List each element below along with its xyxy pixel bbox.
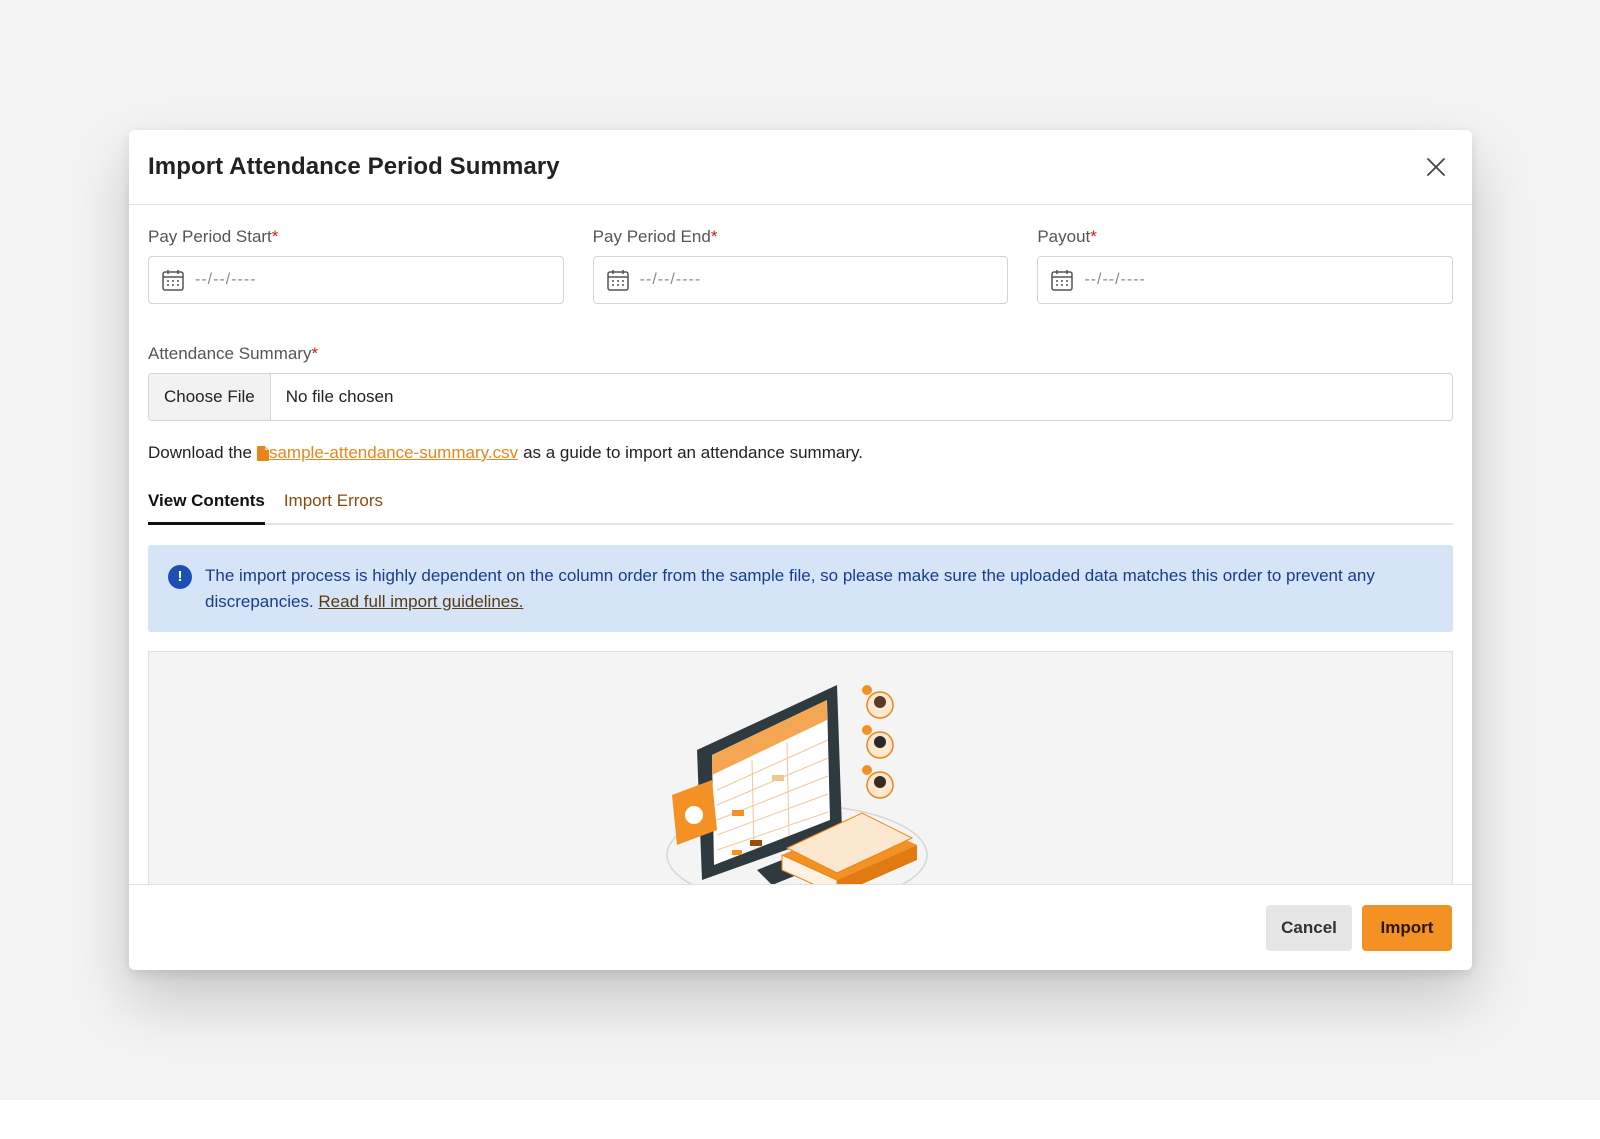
tab-import-errors[interactable]: Import Errors	[284, 485, 383, 523]
attendance-summary-label: Attendance Summary*	[148, 344, 319, 363]
close-button[interactable]	[1420, 151, 1452, 183]
modal-title: Import Attendance Period Summary	[148, 153, 560, 180]
payout-placeholder: --/--/----	[1084, 271, 1146, 288]
modal-body: Pay Period Start* --/--/---- Pay Period …	[129, 205, 1472, 895]
sample-file-guide: Download the sample-attendance-summary.c…	[148, 443, 1453, 463]
file-icon	[256, 445, 269, 461]
close-icon	[1427, 158, 1445, 176]
tab-view-contents[interactable]: View Contents	[148, 485, 265, 525]
payout-input[interactable]: --/--/----	[1037, 256, 1454, 304]
pay-period-end-placeholder: --/--/----	[639, 271, 702, 288]
import-button[interactable]: Import	[1362, 904, 1452, 951]
required-mark: *	[271, 227, 279, 246]
guide-suffix: as a guide to import an attendance summa…	[523, 443, 863, 462]
import-illustration	[666, 685, 928, 891]
import-guidelines-link[interactable]: Read full import guidelines.	[318, 592, 523, 611]
pay-period-end-field: Pay Period End* --/--/----	[592, 227, 1009, 304]
page-bottom-strip	[0, 1100, 1600, 1139]
date-fields-row: Pay Period Start* --/--/---- Pay Period …	[148, 227, 1454, 304]
cancel-button[interactable]: Cancel	[1266, 904, 1352, 951]
import-modal: Import Attendance Period Summary Pay Per…	[129, 130, 1472, 970]
pay-period-start-placeholder: --/--/----	[195, 271, 257, 288]
info-alert: ! The import process is highly dependent…	[148, 545, 1453, 632]
sample-file-link-text: sample-attendance-summary.csv	[268, 443, 519, 462]
modal-header: Import Attendance Period Summary	[129, 130, 1472, 205]
file-status: No file chosen	[285, 387, 394, 406]
pay-period-start-label: Pay Period Start*	[148, 227, 279, 246]
guide-prefix: Download the	[148, 443, 252, 462]
calendar-icon[interactable]	[606, 268, 630, 292]
calendar-icon[interactable]	[161, 268, 185, 292]
choose-file-button[interactable]: Choose File	[149, 374, 271, 420]
payout-field: Payout* --/--/----	[1037, 227, 1454, 304]
attendance-summary-field: Attendance Summary* Choose File No file …	[148, 344, 1453, 421]
tab-bar: View Contents Import Errors	[148, 485, 1453, 525]
pay-period-end-input[interactable]: --/--/----	[592, 256, 1009, 304]
pay-period-end-label: Pay Period End*	[592, 227, 718, 246]
pay-period-start-input[interactable]: --/--/----	[148, 256, 564, 304]
required-mark: *	[710, 227, 718, 246]
payout-label: Payout*	[1037, 227, 1097, 246]
info-icon: !	[168, 565, 192, 589]
required-mark: *	[1090, 227, 1097, 246]
modal-footer: Cancel Import	[129, 884, 1472, 970]
required-mark: *	[311, 344, 319, 363]
calendar-icon[interactable]	[1050, 268, 1074, 292]
contents-preview	[148, 651, 1453, 891]
sample-file-link[interactable]: sample-attendance-summary.csv	[256, 443, 519, 463]
pay-period-start-field: Pay Period Start* --/--/----	[148, 227, 564, 304]
attendance-summary-file-input[interactable]: Choose File No file chosen	[148, 373, 1453, 421]
alert-text: The import process is highly dependent o…	[205, 563, 1433, 614]
